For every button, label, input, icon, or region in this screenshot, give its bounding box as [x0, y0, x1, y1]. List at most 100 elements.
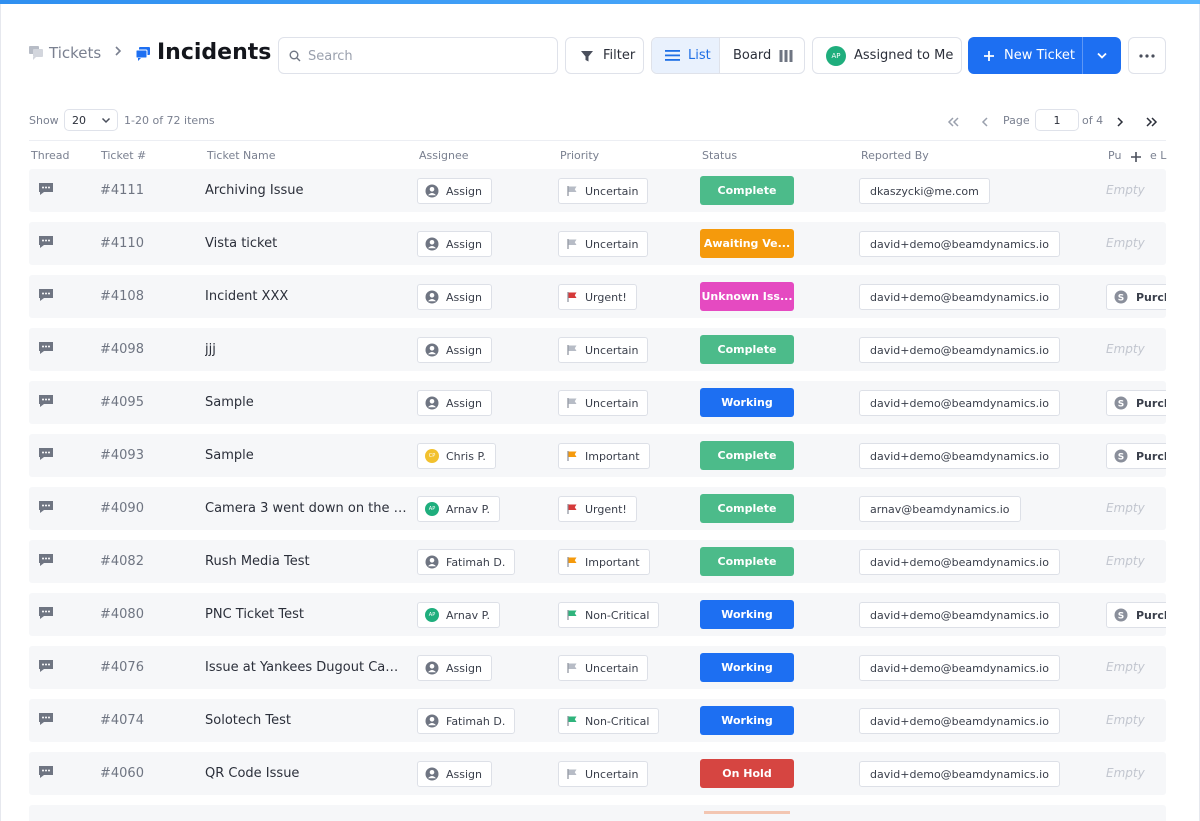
new-ticket-dropdown-button[interactable] [1083, 37, 1121, 74]
status-badge[interactable]: Working [700, 388, 794, 417]
reported-by-chip[interactable]: david+demo@beamdynamics.io [859, 602, 1060, 628]
board-view-button[interactable]: Board [720, 38, 804, 73]
column-header-ticket-number[interactable]: Ticket # [101, 149, 146, 162]
ticket-number[interactable]: #4110 [100, 236, 144, 251]
ticket-name[interactable]: Vista ticket [205, 236, 410, 251]
thread-icon[interactable] [38, 393, 54, 412]
priority-chip[interactable]: Important [558, 443, 650, 469]
ticket-number[interactable]: #4093 [100, 448, 144, 463]
priority-chip[interactable]: Urgent! [558, 496, 637, 522]
empty-value[interactable]: Empty [1106, 766, 1145, 780]
table-row[interactable]: #4076 Issue at Yankees Dugout Came... Assi… [29, 646, 1166, 689]
column-header-priority[interactable]: Priority [560, 149, 599, 162]
ticket-number[interactable]: #4082 [100, 554, 144, 569]
assignee-chip[interactable]: Assign [417, 337, 492, 363]
thread-icon[interactable] [38, 340, 54, 359]
reported-by-chip[interactable]: david+demo@beamdynamics.io [859, 390, 1060, 416]
list-view-button[interactable]: List [652, 38, 720, 73]
assignee-chip[interactable]: AP Arnav P. [417, 602, 500, 628]
table-row[interactable]: #4110 Vista ticket Assign Uncertain Awaiting… [29, 222, 1166, 265]
table-row[interactable]: #4095 Sample Assign Uncertain Working david+d… [29, 381, 1166, 424]
thread-icon[interactable] [38, 764, 54, 783]
reported-by-chip[interactable]: david+demo@beamdynamics.io [859, 443, 1060, 469]
thread-icon[interactable] [38, 234, 54, 253]
add-column-icon[interactable] [1130, 148, 1142, 167]
column-header-thread[interactable]: Thread [31, 149, 69, 162]
status-badge[interactable]: Working [700, 600, 794, 629]
column-header-reported-by[interactable]: Reported By [861, 149, 929, 162]
purchase-chip[interactable]: S Purch [1106, 443, 1166, 469]
column-header-purchase[interactable]: Pu [1108, 149, 1121, 162]
reported-by-chip[interactable]: dkaszycki@me.com [859, 178, 990, 204]
column-header-next[interactable]: e L [1150, 149, 1166, 162]
empty-value[interactable]: Empty [1106, 183, 1145, 197]
status-badge[interactable]: Complete [700, 335, 794, 364]
assignee-chip[interactable]: Fatimah D. [417, 708, 516, 734]
first-page-icon[interactable] [947, 113, 960, 132]
ticket-name[interactable]: Incident XXX [205, 289, 410, 304]
empty-value[interactable]: Empty [1106, 713, 1145, 727]
assignee-chip[interactable]: Fatimah D. [417, 549, 516, 575]
reported-by-chip[interactable]: david+demo@beamdynamics.io [859, 761, 1060, 787]
last-page-icon[interactable] [1145, 113, 1158, 132]
thread-icon[interactable] [38, 446, 54, 465]
assignee-chip[interactable]: Assign [417, 284, 492, 310]
thread-icon[interactable] [38, 287, 54, 306]
status-badge[interactable]: Complete [700, 494, 794, 523]
reported-by-chip[interactable]: david+demo@beamdynamics.io [859, 337, 1060, 363]
assignee-chip[interactable]: AP Arnav P. [417, 496, 500, 522]
ticket-number[interactable]: #4080 [100, 607, 144, 622]
reported-by-chip[interactable]: david+demo@beamdynamics.io [859, 655, 1060, 681]
assignee-chip[interactable]: Assign [417, 655, 492, 681]
ticket-number[interactable]: #4098 [100, 342, 144, 357]
ticket-number[interactable]: #4090 [100, 501, 144, 516]
status-badge[interactable]: Complete [700, 441, 794, 470]
table-row[interactable]: #4111 Archiving Issue Assign Uncertain Compl… [29, 169, 1166, 212]
thread-icon[interactable] [38, 605, 54, 624]
reported-by-chip[interactable]: david+demo@beamdynamics.io [859, 284, 1060, 310]
new-ticket-button[interactable]: New Ticket [968, 37, 1083, 74]
priority-chip[interactable]: Important [558, 549, 650, 575]
ticket-name[interactable]: Sample [205, 395, 410, 410]
column-header-ticket-name[interactable]: Ticket Name [207, 149, 276, 162]
priority-chip[interactable]: Uncertain [558, 761, 649, 787]
assignee-chip[interactable]: Assign [417, 761, 492, 787]
ticket-number[interactable]: #4076 [100, 660, 144, 675]
priority-chip[interactable]: Uncertain [558, 655, 649, 681]
ticket-name[interactable]: Solotech Test [205, 713, 410, 728]
status-badge[interactable]: Working [700, 706, 794, 735]
ticket-name[interactable]: Camera 3 went down on the la... [205, 501, 410, 516]
ticket-name[interactable]: PNC Ticket Test [205, 607, 410, 622]
search-box[interactable] [278, 37, 558, 74]
assignee-chip[interactable]: Assign [417, 178, 492, 204]
ticket-number[interactable]: #4060 [100, 766, 144, 781]
thread-icon[interactable] [38, 711, 54, 730]
next-page-icon[interactable] [1115, 113, 1124, 132]
ticket-name[interactable]: Archiving Issue [205, 183, 410, 198]
priority-chip[interactable]: Uncertain [558, 231, 649, 257]
prev-page-icon[interactable] [981, 113, 990, 132]
reported-by-chip[interactable]: david+demo@beamdynamics.io [859, 708, 1060, 734]
empty-value[interactable]: Empty [1106, 660, 1145, 674]
table-row[interactable]: #4060 QR Code Issue Assign Uncertain On Hold… [29, 752, 1166, 795]
ticket-name[interactable]: Rush Media Test [205, 554, 410, 569]
purchase-chip[interactable]: S Purch [1106, 284, 1166, 310]
reported-by-chip[interactable]: david+demo@beamdynamics.io [859, 549, 1060, 575]
priority-chip[interactable]: Non-Critical [558, 708, 660, 734]
thread-icon[interactable] [38, 658, 54, 677]
table-row[interactable]: #4074 Solotech Test Fatimah D. Non-Critical… [29, 699, 1166, 742]
empty-value[interactable]: Empty [1106, 554, 1145, 568]
purchase-chip[interactable]: S Purch [1106, 602, 1166, 628]
breadcrumb-tickets[interactable]: Tickets [49, 44, 101, 62]
table-row[interactable]: #4108 Incident XXX Assign Urgent! Unknown Is… [29, 275, 1166, 318]
more-options-button[interactable] [1128, 37, 1166, 74]
empty-value[interactable]: Empty [1106, 501, 1145, 515]
status-badge[interactable]: Working [700, 653, 794, 682]
table-row[interactable]: #4090 Camera 3 went down on the la... AP Ar… [29, 487, 1166, 530]
assignee-chip[interactable]: Assign [417, 390, 492, 416]
assignee-chip[interactable]: CP Chris P. [417, 443, 496, 469]
reported-by-chip[interactable]: david+demo@beamdynamics.io [859, 231, 1060, 257]
table-row[interactable]: #4080 PNC Ticket Test AP Arnav P. Non-Critic… [29, 593, 1166, 636]
search-input[interactable] [308, 46, 548, 66]
ticket-number[interactable]: #4095 [100, 395, 144, 410]
